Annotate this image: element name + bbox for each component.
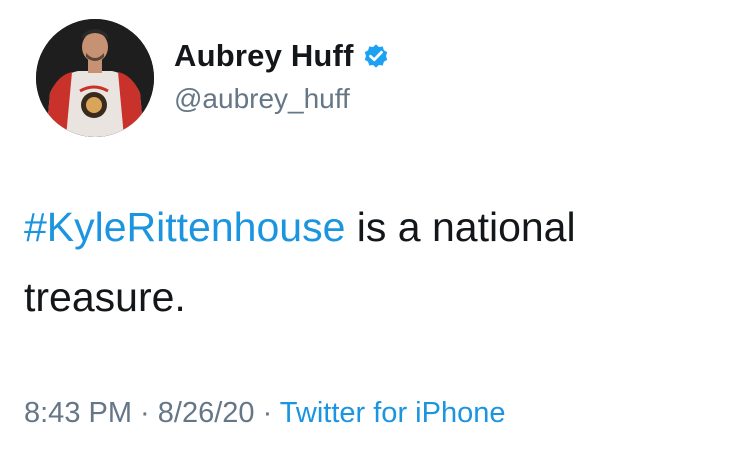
tweet-text-line1: is a national — [345, 204, 576, 250]
author-name-row[interactable]: Aubrey Huff — [174, 34, 391, 78]
tweet-metadata: 8:43 PM · 8/26/20 · Twitter for iPhone — [24, 397, 505, 430]
hashtag-link[interactable]: #KyleRittenhouse — [24, 204, 345, 250]
avatar-image — [36, 19, 154, 137]
verified-badge-icon — [361, 41, 391, 71]
avatar[interactable] — [36, 19, 154, 137]
tweet-time: 8:43 PM — [24, 397, 132, 429]
tweet-text-line2: treasure. — [24, 274, 186, 320]
author-display-name[interactable]: Aubrey Huff — [174, 38, 354, 74]
tweet-card: Aubrey Huff @aubrey_huff #KyleRittenhous… — [0, 0, 731, 456]
meta-separator: · — [254, 397, 280, 429]
tweet-text: #KyleRittenhouse is a national treasure. — [24, 192, 714, 332]
meta-separator: · — [132, 397, 158, 429]
tweet-date[interactable]: 8/26/20 — [158, 397, 255, 429]
author-handle[interactable]: @aubrey_huff — [174, 83, 350, 115]
tweet-source-link[interactable]: Twitter for iPhone — [280, 397, 506, 429]
